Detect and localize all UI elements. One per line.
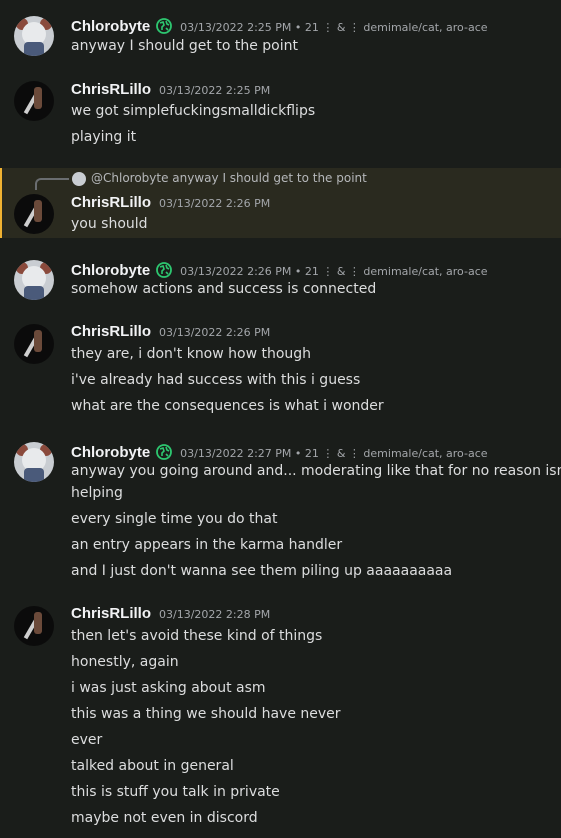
message-line: anyway you going around and... moderatin… bbox=[71, 463, 561, 479]
avatar[interactable] bbox=[14, 324, 54, 364]
username[interactable]: Chlorobyte bbox=[71, 262, 150, 279]
message-line: talked about in general bbox=[71, 758, 234, 774]
message-line: honestly, again bbox=[71, 654, 179, 670]
message-line: i was just asking about asm bbox=[71, 680, 266, 696]
message-line: playing it bbox=[71, 129, 137, 145]
message-line: maybe not even in discord bbox=[71, 810, 258, 826]
avatar[interactable] bbox=[14, 442, 54, 482]
message-line: every single time you do that bbox=[71, 511, 278, 527]
reply-avatar bbox=[72, 172, 86, 186]
avatar[interactable] bbox=[14, 81, 54, 121]
timestamp: 03/13/2022 2:25 PM • 21 ⋮ & ⋮ demimale/c… bbox=[180, 21, 488, 34]
timestamp: 03/13/2022 2:27 PM • 21 ⋮ & ⋮ demimale/c… bbox=[180, 447, 488, 460]
message-line: ever bbox=[71, 732, 103, 748]
timestamp: 03/13/2022 2:25 PM bbox=[159, 84, 271, 97]
globe-icon bbox=[156, 444, 173, 460]
avatar[interactable] bbox=[14, 16, 54, 56]
message-line: we got simplefuckingsmalldickflips bbox=[71, 103, 316, 119]
message-line: anyway I should get to the point bbox=[71, 38, 298, 54]
message-line: then let's avoid these kind of things bbox=[71, 628, 323, 644]
timestamp: 03/13/2022 2:28 PM bbox=[159, 608, 271, 621]
timestamp: 03/13/2022 2:26 PM • 21 ⋮ & ⋮ demimale/c… bbox=[180, 265, 488, 278]
username[interactable]: ChrisRLillo bbox=[71, 194, 151, 211]
globe-icon bbox=[156, 18, 173, 34]
timestamp: 03/13/2022 2:26 PM bbox=[159, 197, 271, 210]
message-line: you should bbox=[71, 216, 148, 232]
avatar[interactable] bbox=[14, 606, 54, 646]
avatar[interactable] bbox=[14, 194, 54, 234]
avatar[interactable] bbox=[14, 260, 54, 300]
username[interactable]: ChrisRLillo bbox=[71, 81, 151, 98]
username[interactable]: Chlorobyte bbox=[71, 18, 150, 35]
reply-preview[interactable]: @Chlorobyte anyway I should get to the p… bbox=[91, 171, 367, 185]
globe-icon bbox=[156, 262, 173, 278]
message-line: an entry appears in the karma handler bbox=[71, 537, 343, 553]
message-line: what are the consequences is what i wond… bbox=[71, 398, 384, 414]
username[interactable]: Chlorobyte bbox=[71, 444, 150, 461]
message-line: and I just don't wanna see them piling u… bbox=[71, 563, 453, 579]
message-line: this is stuff you talk in private bbox=[71, 784, 280, 800]
timestamp: 03/13/2022 2:26 PM bbox=[159, 326, 271, 339]
username[interactable]: ChrisRLillo bbox=[71, 323, 151, 340]
reply-connector bbox=[35, 178, 69, 190]
username[interactable]: ChrisRLillo bbox=[71, 605, 151, 622]
message-line: they are, i don't know how though bbox=[71, 346, 312, 362]
message-line: helping bbox=[71, 485, 123, 501]
message-line: somehow actions and success is connected bbox=[71, 281, 377, 297]
message-line: i've already had success with this i gue… bbox=[71, 372, 361, 388]
message-line: this was a thing we should have never bbox=[71, 706, 341, 722]
